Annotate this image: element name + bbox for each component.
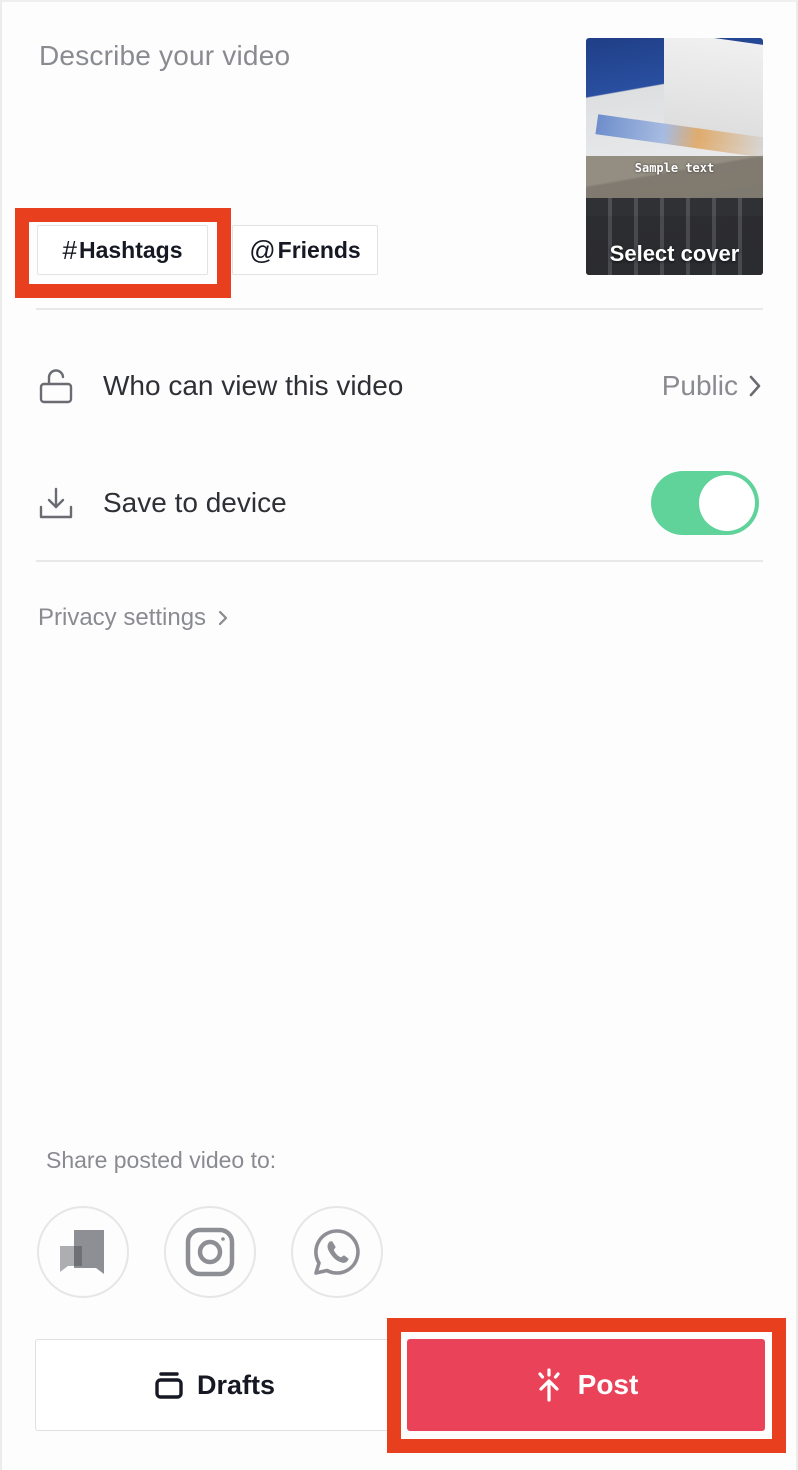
save-to-device-row: Save to device xyxy=(2,463,798,543)
friends-button[interactable]: @ Friends xyxy=(232,225,378,275)
share-messages-button[interactable] xyxy=(37,1206,129,1298)
who-can-view-label: Who can view this video xyxy=(103,370,404,401)
save-to-device-label: Save to device xyxy=(103,487,287,518)
cover-overlay-text: Sample text xyxy=(634,161,715,175)
share-label: Share posted video to: xyxy=(46,1147,277,1173)
toggle-knob xyxy=(699,475,755,531)
select-cover-label: Select cover xyxy=(609,241,740,266)
chevron-right-icon xyxy=(218,610,228,626)
download-icon xyxy=(38,485,74,521)
divider xyxy=(36,308,763,310)
chevron-right-icon xyxy=(749,375,761,397)
drafts-button[interactable]: Drafts xyxy=(35,1339,395,1431)
drafts-icon xyxy=(155,1372,183,1399)
whatsapp-icon xyxy=(314,1229,360,1275)
friends-label: Friends xyxy=(277,236,361,263)
post-button[interactable]: Post xyxy=(407,1339,765,1431)
lock-open-icon xyxy=(38,368,74,404)
drafts-label: Drafts xyxy=(196,1369,276,1400)
post-label: Post xyxy=(577,1369,639,1400)
privacy-settings-label: Privacy settings xyxy=(38,604,207,631)
hashtags-button[interactable]: # Hashtags xyxy=(37,225,208,275)
select-cover-thumbnail[interactable]: Sample text Select cover xyxy=(586,38,763,275)
hash-icon: # xyxy=(62,234,77,265)
save-to-device-toggle[interactable] xyxy=(651,471,759,535)
post-screen: Describe your video # Hashtags @ Friends… xyxy=(0,0,798,1470)
visibility-value[interactable]: Public xyxy=(662,370,762,402)
description-input[interactable]: Describe your video xyxy=(39,40,290,72)
privacy-settings-link[interactable]: Privacy settings xyxy=(38,604,228,632)
who-can-view-row[interactable]: Who can view this video Public xyxy=(2,346,798,426)
hashtags-label: Hashtags xyxy=(78,236,183,263)
at-icon: @ xyxy=(249,234,276,265)
share-instagram-button[interactable] xyxy=(164,1206,256,1298)
instagram-icon xyxy=(185,1227,235,1277)
chat-bubbles-icon xyxy=(60,1230,104,1274)
post-upload-icon xyxy=(538,1368,560,1402)
share-whatsapp-button[interactable] xyxy=(291,1206,383,1298)
divider xyxy=(36,560,763,562)
visibility-value-text: Public xyxy=(661,370,738,401)
